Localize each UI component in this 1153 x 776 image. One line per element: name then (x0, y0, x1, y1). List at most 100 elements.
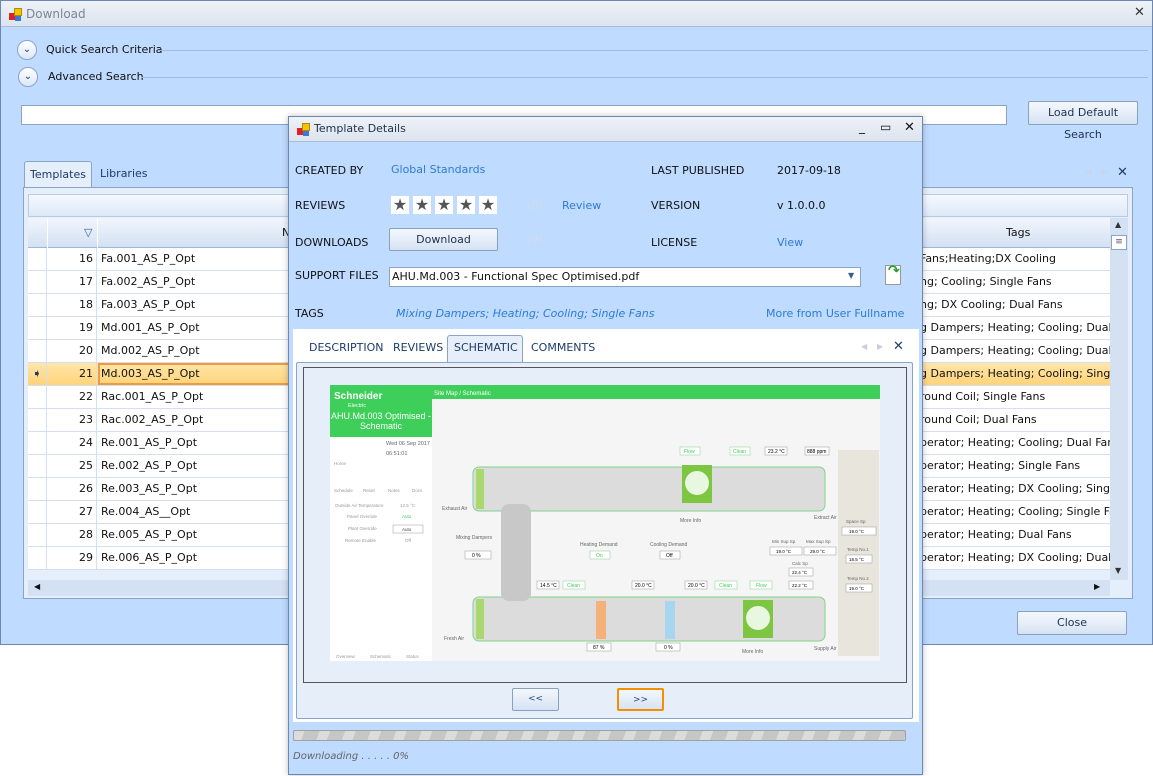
scroll-up-icon[interactable]: ▲ (1115, 220, 1121, 229)
svg-text:Status: Status (406, 654, 420, 659)
svg-text:Reset: Reset (363, 488, 376, 493)
svg-text:22.4 °C: 22.4 °C (792, 570, 808, 575)
tab-libraries[interactable]: Libraries (100, 167, 148, 180)
row-tags: g Dampers; Heating; Cooling; Single (920, 367, 1110, 380)
download-status: Downloading . . . . . 0% (293, 751, 410, 762)
close-tab-icon[interactable]: ✕ (1117, 165, 1128, 180)
row-indicator (28, 455, 47, 477)
svg-text:Temp No.2: Temp No.2 (847, 576, 869, 581)
close-icon[interactable]: ✕ (1134, 5, 1145, 20)
tab-reviews[interactable]: REVIEWS (393, 341, 443, 354)
row-number: 27 (48, 501, 97, 523)
svg-text:20.0 °C: 20.0 °C (635, 583, 652, 589)
svg-text:Mixing Dampers: Mixing Dampers (456, 535, 493, 541)
row-indicator (28, 248, 47, 270)
chevron-down-icon[interactable]: ▼ (848, 271, 854, 280)
row-indicator (28, 524, 47, 546)
minimize-icon[interactable]: _ (859, 120, 865, 134)
tab-scroll-right-icon[interactable]: ▶ (1101, 167, 1108, 177)
row-tags: perator; Heating; Single Fans (920, 459, 1081, 472)
close-icon[interactable]: ✕ (904, 120, 915, 135)
star-icon[interactable]: ★ (479, 196, 497, 214)
previous-button[interactable]: << (512, 688, 559, 711)
close-button[interactable]: Close (1017, 611, 1127, 635)
svg-text:Electric: Electric (348, 403, 366, 409)
column-header-tags[interactable]: Tags (1006, 226, 1030, 239)
vertical-scrollbar[interactable]: ▲ ≡ ▼ (1110, 218, 1128, 580)
svg-text:Flow: Flow (756, 583, 767, 589)
svg-text:Auto: Auto (402, 514, 412, 519)
row-tags: round Coil; Dual Fans (920, 413, 1037, 426)
svg-text:23.2 °C: 23.2 °C (768, 449, 785, 455)
svg-text:888 ppm: 888 ppm (807, 449, 826, 455)
tab-description[interactable]: DESCRIPTION (309, 341, 383, 354)
star-icon[interactable]: ★ (391, 196, 409, 214)
svg-text:Docs: Docs (412, 488, 423, 493)
row-number: 22 (48, 386, 97, 408)
row-indicator (28, 294, 47, 316)
filter-icon[interactable]: ▽ (84, 226, 92, 239)
license-label: LICENSE (651, 236, 698, 249)
support-files-dropdown[interactable]: AHU.Md.003 - Functional Spec Optimised.p… (389, 267, 861, 287)
chevron-down-icon: ⌄ (22, 44, 32, 55)
svg-text:87 %: 87 % (593, 645, 605, 651)
tab-scroll-right-icon[interactable]: ▶ (877, 342, 883, 351)
svg-text:Exhaust Air: Exhaust Air (442, 506, 468, 512)
svg-text:Fresh Air: Fresh Air (444, 636, 464, 642)
schneider-logo: Schneider (334, 391, 382, 402)
tab-templates[interactable]: Templates (24, 161, 92, 188)
next-button[interactable]: >> (617, 688, 664, 711)
last-published-value: 2017-09-18 (777, 164, 841, 177)
row-number: 18 (48, 294, 97, 316)
scroll-thumb[interactable]: ≡ (1111, 235, 1127, 250)
divider (141, 77, 1148, 78)
svg-text:Clean: Clean (719, 583, 732, 589)
svg-text:Cooling Demand: Cooling Demand (650, 542, 687, 548)
svg-text:Flow: Flow (684, 449, 695, 455)
row-indicator (28, 386, 47, 408)
svg-text:More Info: More Info (680, 518, 701, 524)
svg-text:Off: Off (405, 538, 412, 543)
scroll-down-icon[interactable]: ▼ (1115, 566, 1121, 575)
title-bar: Download ✕ (1, 1, 1152, 27)
row-number: 26 (48, 478, 97, 500)
row-tags: round Coil; Single Fans (920, 390, 1046, 403)
maximize-icon[interactable]: ▭ (880, 120, 891, 134)
row-number: 23 (48, 409, 97, 431)
svg-text:19.0 °C: 19.0 °C (849, 529, 865, 534)
tags-value[interactable]: Mixing Dampers; Heating; Cooling; Single… (396, 307, 655, 320)
tab-scroll-left-icon[interactable]: ◀ (861, 342, 867, 351)
row-tags: ng; DX Cooling; Dual Fans (920, 298, 1063, 311)
star-icon[interactable]: ★ (413, 196, 431, 214)
star-rating[interactable]: ★ ★ ★ ★ ★ (391, 196, 497, 214)
open-file-icon[interactable]: ↷ (885, 263, 901, 285)
template-details-dialog: Template Details _ ▭ ✕ CREATED BY Global… (288, 116, 923, 775)
dialog-title-bar: Template Details _ ▭ ✕ (289, 117, 922, 142)
star-icon[interactable]: ★ (457, 196, 475, 214)
row-tags: Fans;Heating;DX Cooling (920, 252, 1056, 265)
expand-quick-search-button[interactable]: ⌄ (17, 40, 37, 60)
scroll-left-icon[interactable]: ◀ (34, 582, 40, 591)
tab-comments[interactable]: COMMENTS (531, 341, 595, 354)
more-from-user-link[interactable]: More from User Fullname (766, 307, 904, 320)
row-tags: perator; Heating; Cooling; Single Fans (920, 505, 1110, 518)
svg-text:19.0 °C: 19.0 °C (776, 549, 792, 554)
row-tags: perator; Heating; DX Cooling; Dual Fa (920, 551, 1110, 564)
tab-schematic[interactable]: SCHEMATIC (454, 341, 518, 354)
app-icon (9, 8, 22, 21)
schematic-title: AHU.Md.003 Optimised - Schematic (330, 411, 432, 431)
tab-scroll-left-icon[interactable]: ◀ (1085, 167, 1092, 177)
svg-text:On: On (596, 553, 603, 559)
download-button[interactable]: Download (389, 228, 498, 251)
load-default-search-button[interactable]: Load Default Search (1028, 101, 1138, 141)
star-icon[interactable]: ★ (435, 196, 453, 214)
close-tab-icon[interactable]: ✕ (893, 339, 904, 354)
row-indicator (28, 271, 47, 293)
created-by-link[interactable]: Global Standards (391, 163, 485, 176)
scroll-right-icon[interactable]: ▶ (1094, 582, 1100, 591)
row-number: 16 (48, 248, 97, 270)
license-view-link[interactable]: View (777, 236, 803, 249)
expand-advanced-search-button[interactable]: ⌄ (18, 67, 38, 87)
review-link[interactable]: Review (562, 199, 601, 212)
app-icon (297, 123, 310, 136)
